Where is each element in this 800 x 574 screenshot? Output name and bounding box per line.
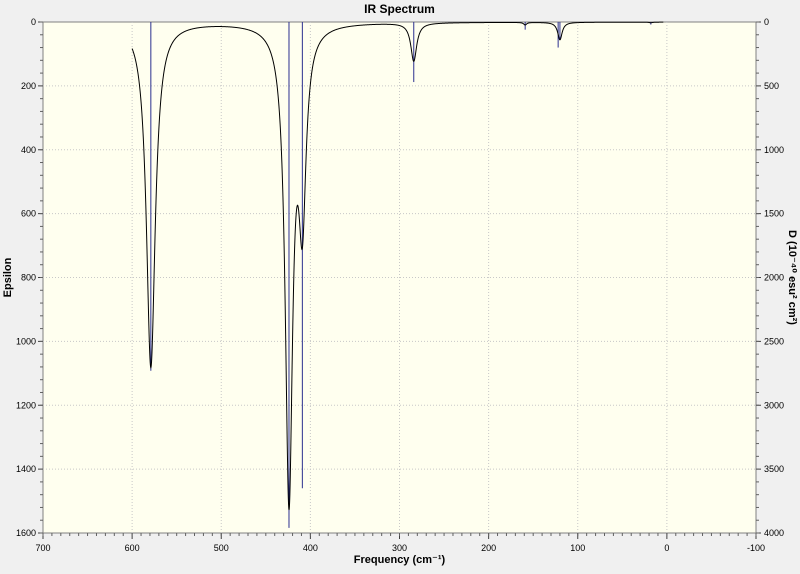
y-right-tick-label: 3500 xyxy=(764,464,784,474)
y-left-tick-label: 1600 xyxy=(16,528,36,538)
y-right-tick-label: 2000 xyxy=(764,273,784,283)
x-tick-label: 700 xyxy=(35,543,50,553)
ir-spectrum-chart: 700 600 500 400 300 200 100 0 -100 0 200 400 600 800 1… xyxy=(0,0,800,569)
y-axis-left-label: Epsilon xyxy=(2,257,14,297)
x-tick-label: 0 xyxy=(664,543,669,553)
x-tick-label: 300 xyxy=(392,543,407,553)
y-axis-right-label: D (10⁻⁴⁰ esu² cm²) xyxy=(786,230,798,325)
y-right-tick-label: 4000 xyxy=(764,528,784,538)
y-left-tick-label: 1200 xyxy=(16,400,36,410)
x-tick-label: 500 xyxy=(214,543,229,553)
y-left-tick-label: 1000 xyxy=(16,336,36,346)
chart-title: IR Spectrum xyxy=(364,2,435,16)
chart-svg: 700 600 500 400 300 200 100 0 -10002004006008001… xyxy=(0,0,800,569)
x-tick-label: 400 xyxy=(303,543,318,553)
y-left-tick-label: 1400 xyxy=(16,464,36,474)
y-right-tick-label: 0 xyxy=(764,17,769,27)
y-right-tick-label: 500 xyxy=(764,81,779,91)
y-left-tick-label: 800 xyxy=(21,273,36,283)
x-tick-label: 600 xyxy=(125,543,140,553)
y-left-tick-label: 200 xyxy=(21,81,36,91)
x-tick-label: 200 xyxy=(481,543,496,553)
y-left-tick-label: 400 xyxy=(21,145,36,155)
y-right-tick-label: 2500 xyxy=(764,336,784,346)
x-tick-label: -100 xyxy=(747,543,765,553)
x-tick-label: 100 xyxy=(570,543,585,553)
y-left-tick-label: 0 xyxy=(31,17,36,27)
y-right-tick-label: 3000 xyxy=(764,400,784,410)
x-axis-label: Frequency (cm⁻¹) xyxy=(354,554,446,566)
y-right-tick-label: 1000 xyxy=(764,145,784,155)
y-left-tick-label: 600 xyxy=(21,209,36,219)
y-right-tick-label: 1500 xyxy=(764,209,784,219)
